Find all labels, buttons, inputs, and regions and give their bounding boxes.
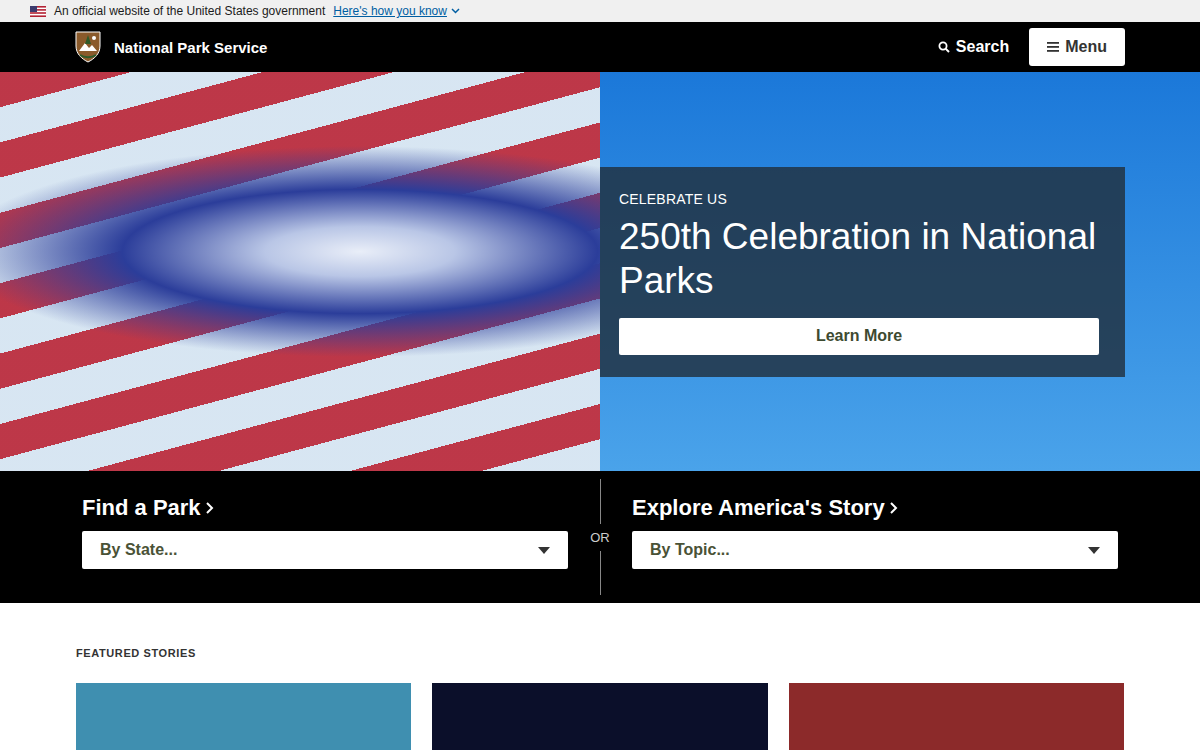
story-card[interactable] bbox=[789, 683, 1124, 750]
finder-heading[interactable]: Find a Park bbox=[82, 495, 568, 521]
chevron-right-icon bbox=[205, 502, 214, 514]
featured-heading: FEATURED STORIES bbox=[76, 647, 1124, 659]
hero-title: 250th Celebration in National Parks bbox=[619, 215, 1099, 304]
chevron-right-icon bbox=[889, 502, 898, 514]
search-button[interactable]: Search bbox=[938, 38, 1009, 56]
hero-photo: CELEBRATE US 250th Celebration in Nationa… bbox=[0, 72, 1200, 471]
finder-heading[interactable]: Explore America's Story bbox=[632, 495, 1118, 521]
menu-button[interactable]: Menu bbox=[1029, 28, 1125, 66]
finder-heading-text[interactable]: Explore America's Story bbox=[632, 495, 885, 521]
banner-text: An official website of the United States… bbox=[54, 4, 325, 18]
story-card[interactable] bbox=[76, 683, 411, 750]
or-label: OR bbox=[590, 524, 610, 551]
select-label[interactable]: By State... bbox=[100, 541, 177, 559]
us-flag-icon bbox=[30, 6, 46, 17]
brand[interactable]: National Park Service bbox=[75, 31, 267, 63]
dropdown-arrow-icon bbox=[538, 547, 550, 554]
finder-column: Find a Park By State... bbox=[82, 471, 568, 603]
finder-column: Explore America's Story By Topic... bbox=[632, 471, 1118, 603]
story-card[interactable] bbox=[432, 683, 767, 750]
site-header: National Park Service Search Menu bbox=[0, 22, 1200, 72]
select-label[interactable]: By Topic... bbox=[650, 541, 730, 559]
search-label[interactable]: Search bbox=[956, 38, 1009, 56]
how-you-know-link[interactable]: Here's how you know bbox=[333, 4, 460, 18]
site-title[interactable]: National Park Service bbox=[114, 39, 267, 56]
link-text[interactable]: Here's how you know bbox=[333, 4, 447, 18]
chevron-down-icon bbox=[451, 8, 460, 14]
hero-eyebrow: CELEBRATE US bbox=[619, 191, 1099, 207]
or-divider: OR bbox=[568, 471, 632, 603]
hero-callout: CELEBRATE US 250th Celebration in Nationa… bbox=[600, 167, 1125, 377]
learn-more-button[interactable]: Learn More bbox=[619, 318, 1099, 355]
magnifier-icon bbox=[938, 41, 950, 53]
dropdown-arrow-icon bbox=[1088, 547, 1100, 554]
finder-select[interactable]: By State... bbox=[82, 531, 568, 569]
hamburger-icon bbox=[1047, 42, 1059, 52]
menu-label[interactable]: Menu bbox=[1065, 38, 1107, 56]
finder-bar: Find a Park By State... OR Explore America'… bbox=[0, 471, 1200, 603]
nps-arrowhead-icon bbox=[75, 31, 101, 63]
gov-banner: An official website of the United States… bbox=[0, 0, 1200, 22]
finder-heading-text[interactable]: Find a Park bbox=[82, 495, 201, 521]
finder-select[interactable]: By Topic... bbox=[632, 531, 1118, 569]
featured-stories: FEATURED STORIES bbox=[76, 603, 1124, 750]
